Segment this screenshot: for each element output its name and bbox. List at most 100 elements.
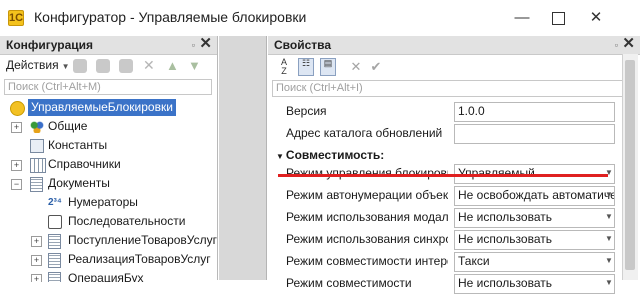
property-row-sync-calls: Режим использования синхронных вызовов Н… [274, 228, 624, 250]
close-panel-button[interactable]: ✕ [199, 35, 212, 53]
expand-icon[interactable]: + [31, 236, 42, 247]
configuration-panel-title: Конфигурация [6, 38, 94, 52]
property-row-version: Версия 1.0.0 [274, 100, 624, 122]
documents-icon [30, 177, 43, 192]
sort-alphabetical-icon[interactable]: AZ [276, 58, 292, 76]
expand-icon[interactable]: + [31, 255, 42, 266]
expand-icon[interactable]: + [11, 122, 22, 133]
add-icon[interactable] [73, 59, 87, 73]
maximize-icon [551, 12, 565, 25]
configuration-toolbar: Действия ▼ ✕ ▲ ▼ [0, 54, 217, 78]
scrollbar-thumb[interactable] [625, 60, 635, 270]
tree-item-label: ПоступлениеТоваровУслуг [68, 233, 217, 247]
copy-icon[interactable] [119, 59, 133, 73]
group-by-category-icon[interactable]: ☷ [298, 58, 314, 76]
properties-grid: Версия 1.0.0 Адрес каталога обновлений ▼… [274, 100, 624, 294]
autonumbering-select[interactable]: Не освобождать автоматически [454, 186, 615, 206]
property-label: Режим совместимости интерфейса [286, 254, 448, 268]
document-icon [48, 234, 61, 249]
property-label: Режим совместимости [286, 276, 412, 290]
pin-icon[interactable]: ▫ [192, 36, 195, 54]
property-row-interface-compat: Режим совместимости интерфейса Такси ▼ [274, 250, 624, 272]
property-row-update-address: Адрес каталога обновлений [274, 122, 624, 144]
property-label: Режим управления блокировкой [286, 166, 448, 180]
common-icon [30, 120, 44, 133]
modality-select[interactable]: Не использовать [454, 208, 615, 228]
maximize-button[interactable] [546, 7, 570, 29]
property-row-autonumbering: Режим автонумерации объектов Не освобожд… [274, 184, 624, 206]
property-group-label: ▼ Совместимость: [276, 148, 438, 162]
tree-item-common[interactable]: + Общие [0, 117, 217, 136]
root-config-icon [10, 101, 25, 116]
configuration-panel-header: Конфигурация ▫ ✕ [0, 35, 217, 55]
show-filter-icon[interactable]: ▤ [320, 58, 336, 76]
tree-item-goods-receipt[interactable]: + ПоступлениеТоваровУслуг [0, 231, 217, 250]
expand-icon[interactable]: + [31, 274, 42, 282]
version-field[interactable]: 1.0.0 [454, 102, 615, 122]
tree-item-label: Общие [48, 119, 88, 133]
configuration-tree: УправляемыеБлокировки + Общие Константы … [0, 98, 217, 282]
chevron-down-icon[interactable]: ▼ [602, 252, 616, 270]
close-window-button[interactable]: ✕ [584, 7, 608, 29]
delete-icon[interactable]: ✕ [143, 58, 157, 72]
tree-item-label: Документы [48, 176, 110, 190]
tree-item-label: РеализацияТоваровУслуг [68, 252, 211, 266]
tree-item-accounting-operation[interactable]: + ОперацияБух [0, 269, 217, 282]
tree-item-sequences[interactable]: Последовательности [0, 212, 217, 231]
minimize-button[interactable]: — [510, 7, 534, 29]
actions-menu-button[interactable]: Действия ▼ [6, 58, 70, 72]
title-bar: 1С Конфигуратор - Управляемые блокировки… [0, 0, 640, 36]
chevron-down-icon[interactable]: ▼ [602, 186, 616, 204]
property-row-modality: Режим использования модальности Не испол… [274, 206, 624, 228]
sequences-icon [48, 215, 62, 229]
property-label: Режим использования модальности [286, 210, 448, 224]
tree-item-catalogs[interactable]: + Справочники [0, 155, 217, 174]
tree-item-label: ОперацияБух [68, 271, 144, 282]
chevron-down-icon[interactable]: ▼ [602, 230, 616, 248]
chevron-down-icon[interactable]: ▼ [602, 274, 616, 292]
configuration-search-input[interactable]: Поиск (Ctrl+Alt+M) [4, 79, 212, 95]
app-logo-icon: 1С [8, 10, 24, 26]
pin-icon[interactable]: ▫ [615, 36, 618, 54]
group-title: Совместимость: [285, 148, 385, 162]
numerators-icon: 2³⁴ [48, 197, 62, 208]
property-row-lock-mode: Режим управления блокировкой Управляемый… [274, 162, 624, 184]
move-down-icon[interactable]: ▼ [188, 59, 202, 73]
configuration-panel: Конфигурация ▫ ✕ Действия ▼ ✕ ▲ ▼ Поиск (… [0, 35, 218, 282]
properties-panel-header: Свойства ▫ ✕ [268, 35, 640, 55]
property-label: Режим использования синхронных вызовов [286, 232, 448, 246]
chevron-down-icon[interactable]: ▼ [602, 208, 616, 226]
move-up-icon[interactable]: ▲ [166, 59, 180, 73]
constants-icon [30, 139, 44, 153]
clear-value-icon[interactable]: ✕ [348, 58, 364, 76]
properties-panel-title: Свойства [274, 38, 332, 52]
document-icon [48, 272, 61, 282]
window-title: Конфигуратор - Управляемые блокировки [34, 9, 307, 25]
tree-item-label: УправляемыеБлокировки [28, 99, 176, 116]
property-label: Версия [286, 104, 327, 118]
sync-calls-select[interactable]: Не использовать [454, 230, 615, 250]
interface-compat-select[interactable]: Такси [454, 252, 615, 272]
property-label: Режим автонумерации объектов [286, 188, 448, 202]
apply-check-icon[interactable]: ✔ [368, 58, 384, 76]
chevron-down-icon[interactable]: ▼ [602, 164, 616, 182]
compat-mode-select[interactable]: Не использовать [454, 274, 615, 294]
property-row-compat-mode: Режим совместимости Не использовать ▼ [274, 272, 624, 294]
highlight-underline [278, 174, 608, 177]
collapse-triangle-icon: ▼ [276, 152, 284, 161]
tree-item-goods-sale[interactable]: + РеализацияТоваровУслуг [0, 250, 217, 269]
update-address-field[interactable] [454, 124, 615, 144]
tree-item-root[interactable]: УправляемыеБлокировки [0, 98, 217, 117]
properties-panel: Свойства ▫ ✕ AZ ☷ ▤ ✕ ✔ Поиск (Ctrl+Alt+… [268, 35, 640, 294]
properties-search-input[interactable]: Поиск (Ctrl+Alt+I) [272, 80, 624, 97]
tree-item-label: Нумераторы [68, 195, 138, 209]
tree-item-constants[interactable]: Константы [0, 136, 217, 155]
catalogs-icon [30, 158, 46, 173]
tree-item-documents[interactable]: − Документы [0, 174, 217, 193]
expand-icon[interactable]: + [11, 160, 22, 171]
edit-icon[interactable] [96, 59, 110, 73]
collapse-icon[interactable]: − [11, 179, 22, 190]
tree-item-numerators[interactable]: 2³⁴ Нумераторы [0, 193, 217, 212]
tree-item-label: Справочники [48, 157, 121, 171]
close-panel-button[interactable]: ✕ [622, 35, 635, 53]
